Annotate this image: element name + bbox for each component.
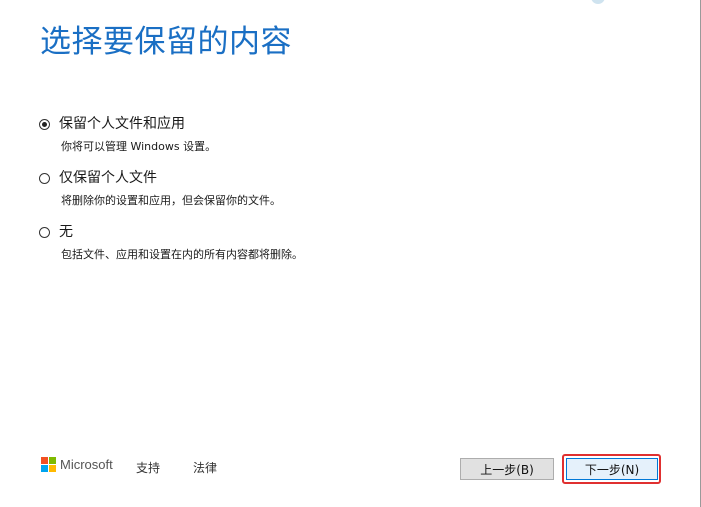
option-label: 仅保留个人文件 (59, 170, 157, 186)
option-row[interactable]: 保留个人文件和应用 (39, 115, 216, 133)
page-title: 选择要保留的内容 (40, 24, 292, 60)
microsoft-brand-text: Microsoft (60, 457, 113, 472)
footer: Microsoft 支持 法律 上一步(B) 下一步(N) (0, 445, 701, 507)
support-link[interactable]: 支持 (136, 459, 160, 476)
radio-button-selected[interactable] (39, 118, 50, 130)
reset-pc-window: 选择要保留的内容 保留个人文件和应用 你将可以管理 Windows 设置。 仅保… (0, 0, 701, 507)
legal-link[interactable]: 法律 (193, 459, 217, 476)
option-description: 将删除你的设置和应用，但会保留你的文件。 (61, 194, 281, 207)
option-label: 保留个人文件和应用 (59, 116, 185, 132)
option-description: 包括文件、应用和设置在内的所有内容都将删除。 (61, 248, 303, 261)
microsoft-logo: Microsoft (41, 457, 113, 472)
next-button[interactable]: 下一步(N) (566, 458, 658, 480)
microsoft-logo-icon (41, 457, 56, 472)
option-row[interactable]: 无 (39, 223, 303, 241)
top-decoration (591, 0, 605, 4)
option-row[interactable]: 仅保留个人文件 (39, 169, 281, 187)
option-label: 无 (59, 224, 73, 240)
option-nothing[interactable]: 无 包括文件、应用和设置在内的所有内容都将删除。 (39, 223, 303, 262)
radio-button[interactable] (39, 226, 50, 238)
radio-button[interactable] (39, 172, 50, 184)
option-keep-files-and-apps[interactable]: 保留个人文件和应用 你将可以管理 Windows 设置。 (39, 115, 216, 154)
option-description: 你将可以管理 Windows 设置。 (61, 140, 217, 153)
back-button[interactable]: 上一步(B) (460, 458, 554, 480)
option-keep-files-only[interactable]: 仅保留个人文件 将删除你的设置和应用，但会保留你的文件。 (39, 169, 281, 208)
